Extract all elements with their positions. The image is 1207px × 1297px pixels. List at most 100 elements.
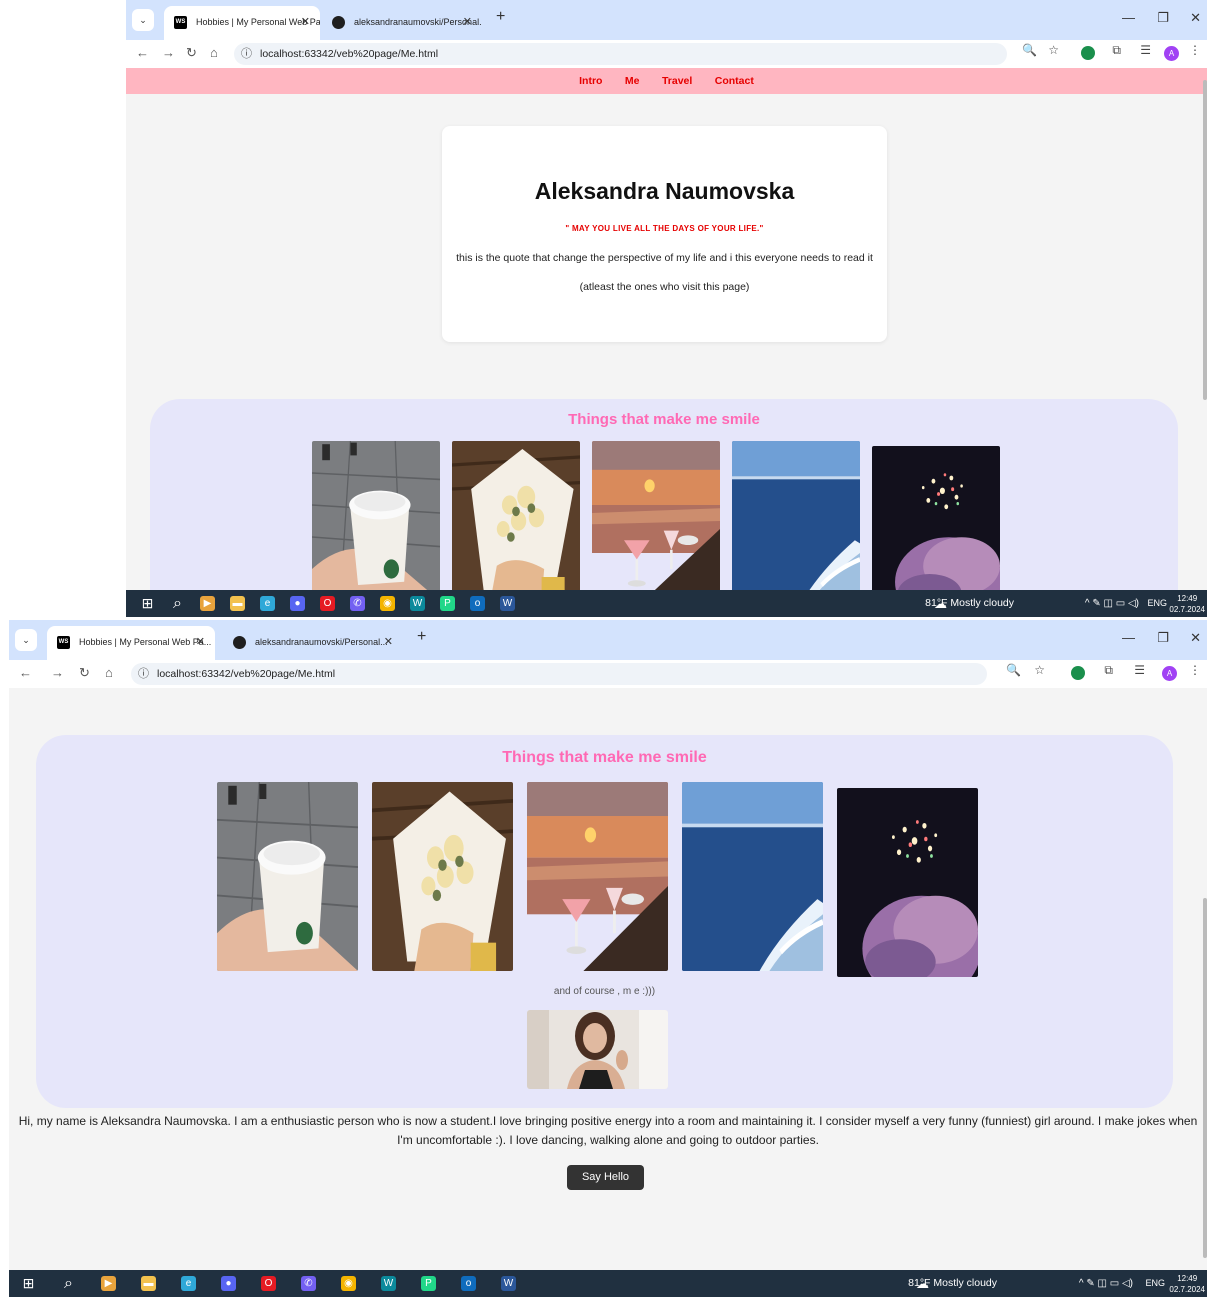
grammarly-extension-icon[interactable] xyxy=(1071,666,1085,680)
tab-list-button[interactable]: ⌄ xyxy=(132,9,154,31)
site-info-icon[interactable]: ⓘ xyxy=(138,663,149,685)
forward-icon[interactable]: → xyxy=(162,45,175,60)
grammarly-extension-icon[interactable] xyxy=(1081,46,1095,60)
site-info-icon[interactable]: ⓘ xyxy=(241,43,252,65)
back-icon[interactable]: ← xyxy=(19,665,32,680)
reload-icon[interactable]: ↻ xyxy=(79,665,90,681)
pycharm-icon[interactable]: P xyxy=(421,1276,436,1291)
reading-list-icon[interactable]: ☰ xyxy=(1134,663,1145,677)
page-scrollbar[interactable] xyxy=(1203,80,1207,400)
file-explorer-icon[interactable]: ▬ xyxy=(230,596,245,611)
me-photo-image xyxy=(527,1010,668,1089)
new-tab-icon[interactable]: + xyxy=(417,628,426,646)
media-icon[interactable]: ▶ xyxy=(200,596,215,611)
say-hello-button[interactable]: Say Hello xyxy=(567,1165,644,1190)
quote-note: (atleast the ones who visit this page) xyxy=(579,281,750,293)
restore-icon[interactable]: ❐ xyxy=(1157,630,1169,646)
windows-start-icon[interactable]: ⊞ xyxy=(21,1276,36,1291)
page-scrollbar[interactable] xyxy=(1203,898,1207,1258)
language-indicator[interactable]: ENG xyxy=(1147,590,1167,617)
pycharm-icon[interactable]: P xyxy=(440,596,455,611)
quote: " MAY YOU LIVE ALL THE DAYS OF YOUR LIFE… xyxy=(565,224,764,233)
zoom-icon[interactable]: 🔍 xyxy=(1006,663,1021,677)
close-tab-icon[interactable]: ✕ xyxy=(384,626,393,658)
minimize-icon[interactable]: — xyxy=(1122,630,1135,645)
me-photo xyxy=(527,1010,668,1089)
bookmark-star-icon[interactable]: ☆ xyxy=(1034,663,1045,677)
windows-start-icon[interactable]: ⊞ xyxy=(140,596,155,611)
edge-icon[interactable]: e xyxy=(181,1276,196,1291)
window-close-icon[interactable]: ✕ xyxy=(1190,630,1201,646)
discord-icon[interactable]: ● xyxy=(290,596,305,611)
photo-gallery xyxy=(312,441,1000,590)
photo-flowers-image xyxy=(452,441,580,590)
word-icon[interactable]: W xyxy=(500,596,515,611)
outlook-icon[interactable]: o xyxy=(461,1276,476,1291)
media-icon[interactable]: ▶ xyxy=(101,1276,116,1291)
url-field[interactable]: ⓘ localhost:63342/veb%20page/Me.html xyxy=(234,43,1007,65)
edge-icon[interactable]: e xyxy=(260,596,275,611)
photo-sunset-cocktail xyxy=(592,441,720,590)
opera-icon[interactable]: O xyxy=(261,1276,276,1291)
zoom-icon[interactable]: 🔍 xyxy=(1022,43,1037,57)
forward-icon[interactable]: → xyxy=(51,665,64,680)
close-tab-icon[interactable]: ✕ xyxy=(301,6,310,38)
system-tray-icons[interactable]: ^ ✎ ◫ ▭ ◁) xyxy=(1079,1270,1133,1297)
photo-fireworks-image xyxy=(872,446,1000,590)
url-field[interactable]: ⓘ localhost:63342/veb%20page/Me.html xyxy=(131,663,987,685)
word-icon[interactable]: W xyxy=(501,1276,516,1291)
extensions-icon[interactable]: ⧉ xyxy=(1112,43,1121,58)
profile-avatar[interactable]: A xyxy=(1162,666,1177,681)
tab-github[interactable]: aleksandranaumovski/Personal... ✕ xyxy=(322,6,482,40)
tab-list-button[interactable]: ⌄ xyxy=(15,629,37,651)
weather-temp: 81°F xyxy=(908,1277,931,1289)
bookmark-star-icon[interactable]: ☆ xyxy=(1048,43,1059,57)
webstorm-icon[interactable]: W xyxy=(381,1276,396,1291)
weather-widget[interactable]: 81°F Mostly cloudy xyxy=(908,1270,997,1297)
back-icon[interactable]: ← xyxy=(136,45,149,60)
taskbar-clock[interactable]: 12:49 02.7.2024 xyxy=(1169,593,1205,615)
webstorm-favicon-icon: WS xyxy=(57,636,70,649)
file-explorer-icon[interactable]: ▬ xyxy=(141,1276,156,1291)
weather-text: Mostly cloudy xyxy=(950,597,1014,609)
viber-icon[interactable]: ✆ xyxy=(301,1276,316,1291)
reload-icon[interactable]: ↻ xyxy=(186,45,197,61)
taskbar-clock[interactable]: 12:49 02.7.2024 xyxy=(1169,1273,1205,1295)
tab-hobbies[interactable]: WS Hobbies | My Personal Web Pa... ✕ xyxy=(47,626,215,660)
language-indicator[interactable]: ENG xyxy=(1145,1270,1165,1297)
outlook-icon[interactable]: o xyxy=(470,596,485,611)
address-bar: ← → ↻ ⌂ ⓘ localhost:63342/veb%20page/Me.… xyxy=(126,40,1207,68)
profile-avatar[interactable]: A xyxy=(1164,46,1179,61)
window-close-icon[interactable]: ✕ xyxy=(1190,10,1201,26)
nav-me[interactable]: Me xyxy=(625,68,640,94)
nav-intro[interactable]: Intro xyxy=(579,68,602,94)
reading-list-icon[interactable]: ☰ xyxy=(1140,43,1151,57)
home-icon[interactable]: ⌂ xyxy=(210,45,218,60)
search-icon[interactable]: ⌕ xyxy=(170,596,185,612)
system-tray-icons[interactable]: ^ ✎ ◫ ▭ ◁) xyxy=(1085,590,1139,617)
new-tab-icon[interactable]: + xyxy=(496,8,505,26)
chrome-icon[interactable]: ◉ xyxy=(341,1276,356,1291)
close-tab-icon[interactable]: ✕ xyxy=(196,626,205,658)
home-icon[interactable]: ⌂ xyxy=(105,665,113,680)
tab-hobbies[interactable]: WS Hobbies | My Personal Web Pa... ✕ xyxy=(164,6,320,40)
weather-widget[interactable]: 81°F Mostly cloudy xyxy=(925,590,1014,617)
opera-icon[interactable]: O xyxy=(320,596,335,611)
menu-icon[interactable]: ⋮ xyxy=(1189,43,1201,57)
photo-gallery xyxy=(217,782,978,977)
photo-flowers xyxy=(372,782,513,971)
minimize-icon[interactable]: — xyxy=(1122,10,1135,25)
search-icon[interactable]: ⌕ xyxy=(61,1276,76,1292)
extensions-icon[interactable]: ⧉ xyxy=(1104,663,1113,678)
intro-card: Aleksandra Naumovska " MAY YOU LIVE ALL … xyxy=(442,126,887,342)
nav-travel[interactable]: Travel xyxy=(662,68,692,94)
restore-icon[interactable]: ❐ xyxy=(1157,10,1169,26)
chrome-icon[interactable]: ◉ xyxy=(380,596,395,611)
discord-icon[interactable]: ● xyxy=(221,1276,236,1291)
close-tab-icon[interactable]: ✕ xyxy=(463,6,472,38)
tab-github[interactable]: aleksandranaumovski/Personal... ✕ xyxy=(223,626,403,660)
webstorm-icon[interactable]: W xyxy=(410,596,425,611)
viber-icon[interactable]: ✆ xyxy=(350,596,365,611)
nav-contact[interactable]: Contact xyxy=(715,68,754,94)
menu-icon[interactable]: ⋮ xyxy=(1189,663,1201,677)
